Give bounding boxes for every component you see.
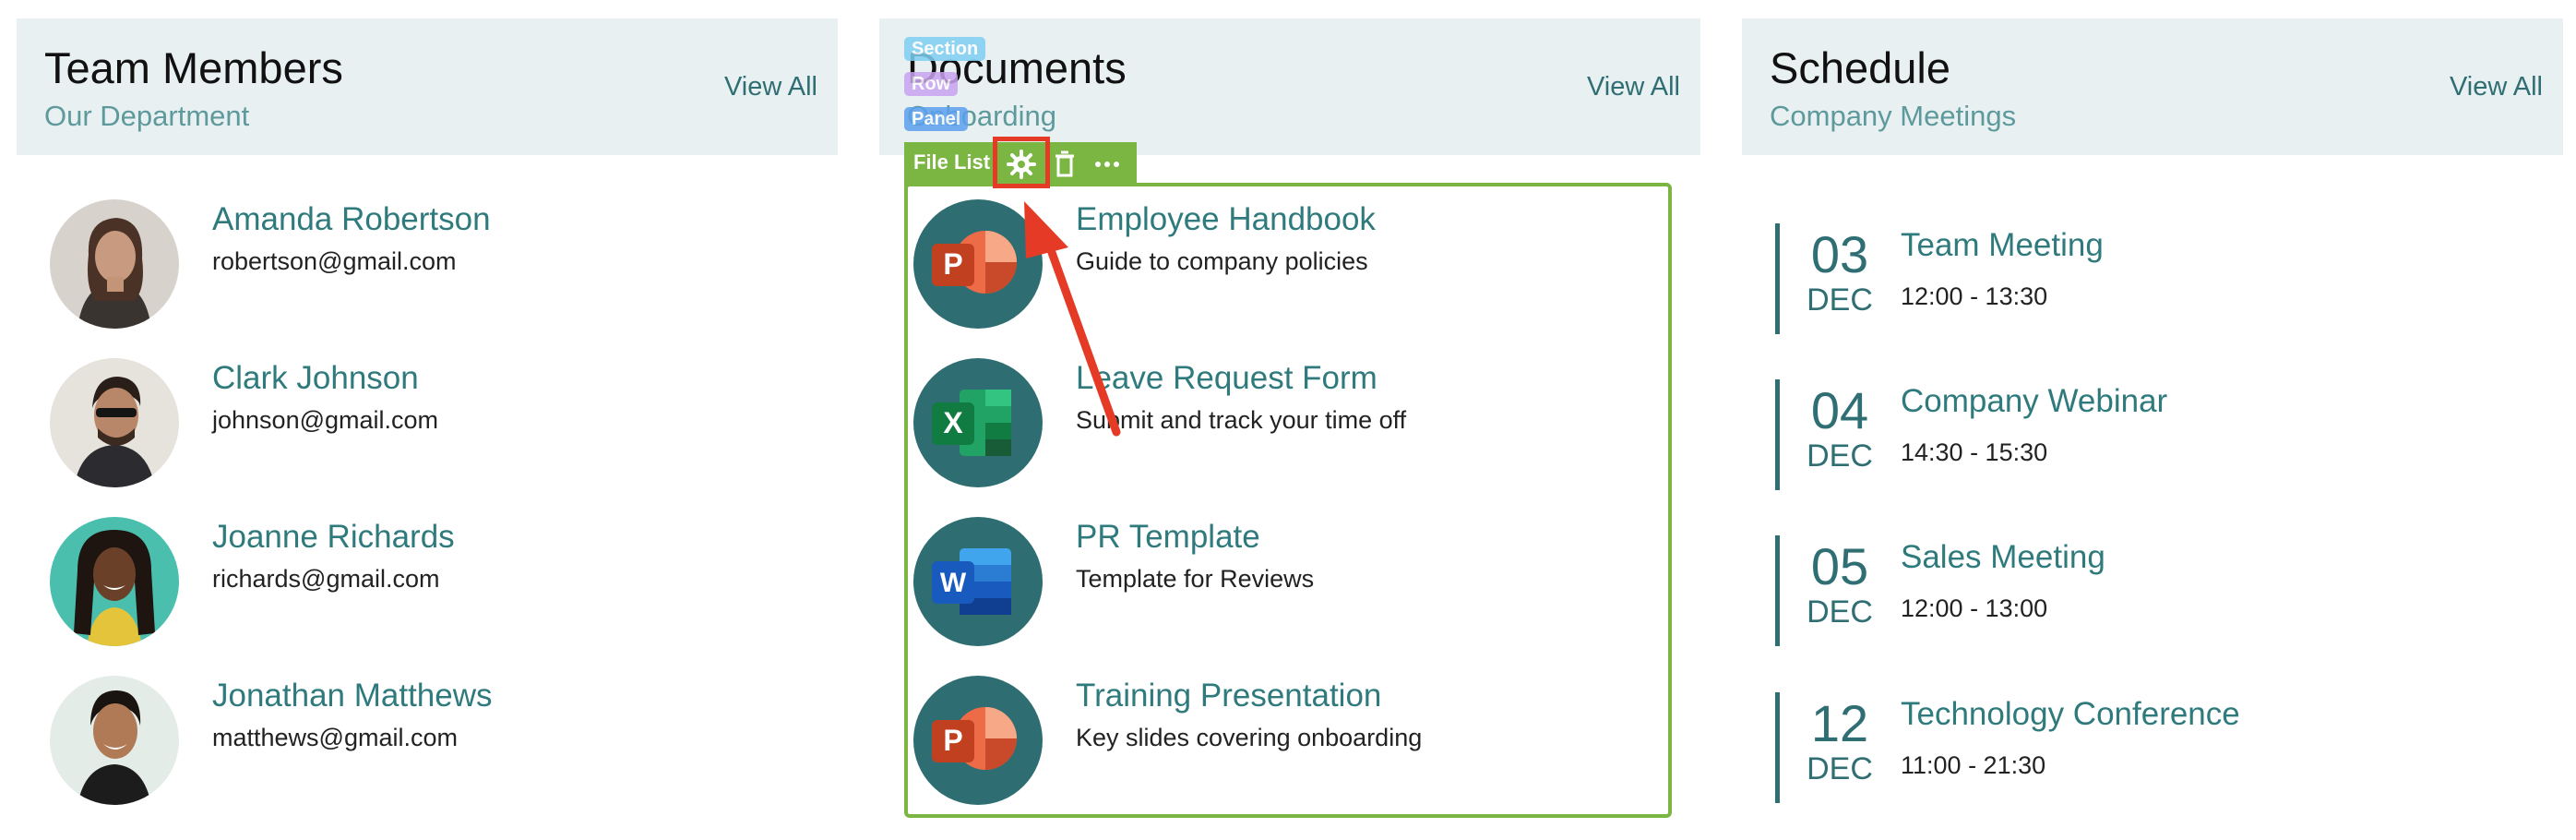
event-title[interactable]: Sales Meeting — [1901, 539, 2105, 576]
event-day: 04 — [1810, 381, 1869, 439]
schedule-view-all-link[interactable]: View All — [2450, 72, 2543, 102]
event-time: 12:00 - 13:30 — [1901, 282, 2048, 310]
event-time: 12:00 - 13:00 — [1901, 594, 2048, 622]
event-month: DEC — [1807, 751, 1873, 786]
schedule-panel-header: Schedule Company Meetings View All — [1742, 18, 2563, 155]
schedule-subtitle: Company Meetings — [1770, 100, 2017, 132]
event-time: 11:00 - 21:30 — [1901, 751, 2046, 779]
event-month: DEC — [1807, 594, 1873, 630]
event-divider — [1775, 379, 1780, 490]
schedule-title: Schedule — [1770, 43, 1950, 92]
event-title[interactable]: Technology Conference — [1901, 696, 2240, 733]
event-day: 03 — [1810, 225, 1869, 283]
event-title[interactable]: Company Webinar — [1901, 383, 2167, 420]
event-item[interactable]: 03 DEC Team Meeting 12:00 - 13:30 — [1775, 223, 2421, 334]
event-divider — [1775, 692, 1780, 803]
event-item[interactable]: 12 DEC Technology Conference 11:00 - 21:… — [1775, 692, 2421, 803]
event-time: 14:30 - 15:30 — [1901, 438, 2048, 466]
event-month: DEC — [1807, 282, 1873, 318]
event-item[interactable]: 04 DEC Company Webinar 14:30 - 15:30 — [1775, 379, 2421, 490]
event-day: 12 — [1810, 694, 1869, 752]
event-day: 05 — [1810, 537, 1869, 595]
event-month: DEC — [1807, 438, 1873, 474]
event-divider — [1775, 535, 1780, 646]
event-title[interactable]: Team Meeting — [1901, 227, 2104, 264]
event-divider — [1775, 223, 1780, 334]
event-item[interactable]: 05 DEC Sales Meeting 12:00 - 13:00 — [1775, 535, 2421, 646]
